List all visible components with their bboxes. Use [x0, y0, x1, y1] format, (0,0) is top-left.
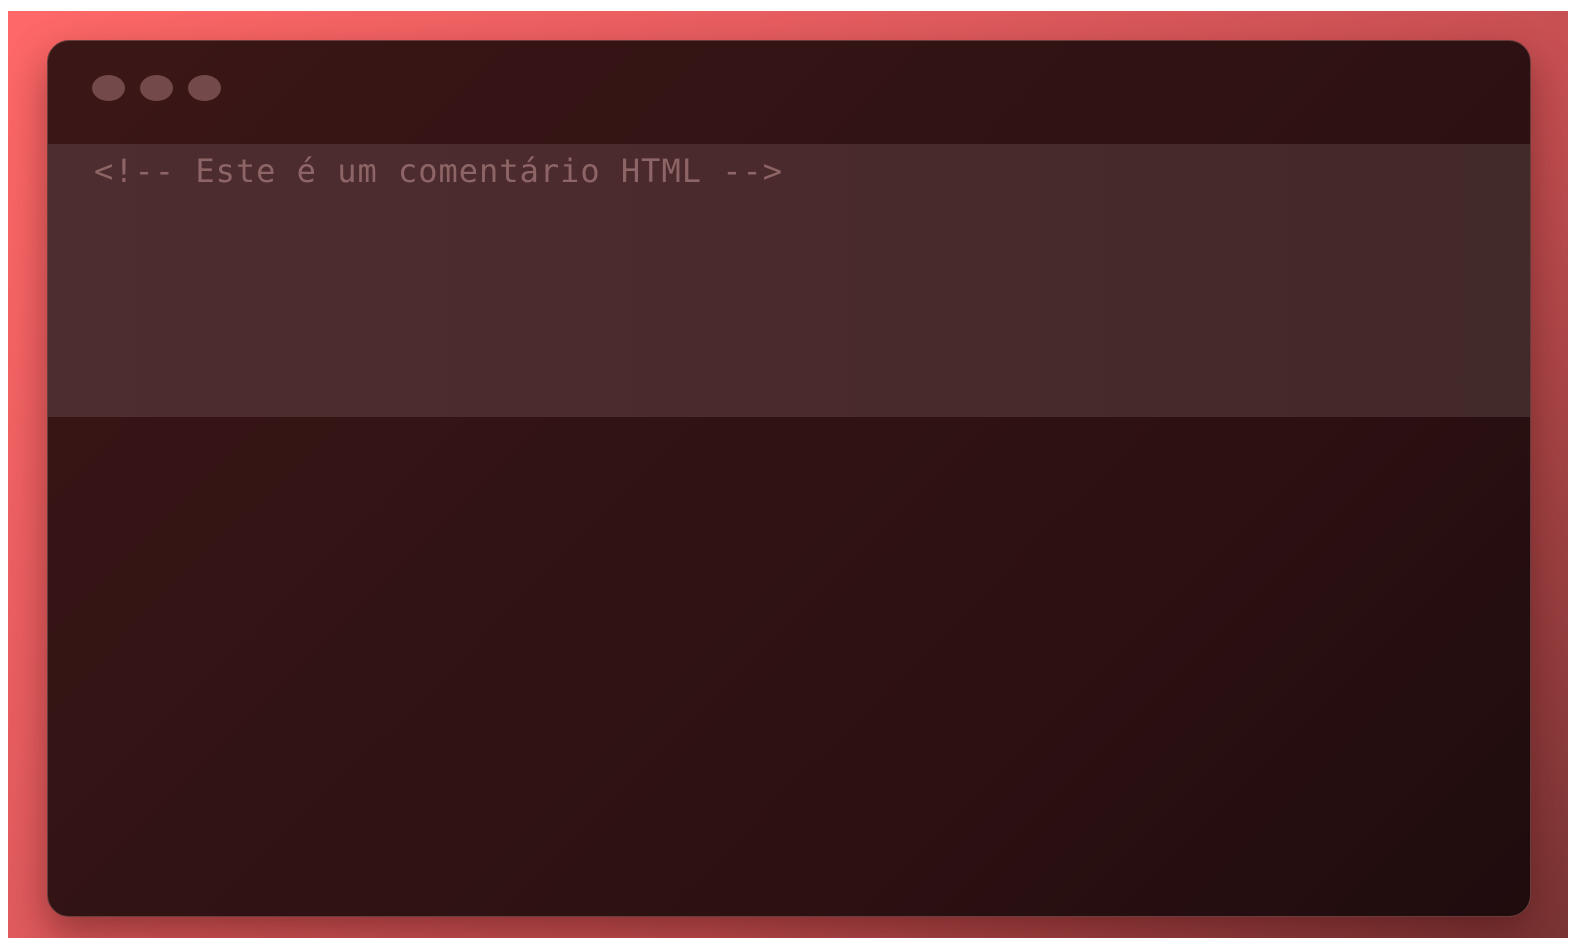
- close-dot-icon[interactable]: [92, 75, 125, 101]
- background-canvas: <!-- Este é um comentário HTML -->: [8, 11, 1568, 938]
- code-window: <!-- Este é um comentário HTML -->: [47, 40, 1531, 917]
- window-titlebar: [48, 41, 1530, 144]
- minimize-dot-icon[interactable]: [140, 75, 173, 101]
- maximize-dot-icon[interactable]: [188, 75, 221, 101]
- code-line-comment: <!-- Este é um comentário HTML -->: [94, 152, 784, 190]
- code-editor-area[interactable]: <!-- Este é um comentário HTML -->: [48, 144, 1530, 417]
